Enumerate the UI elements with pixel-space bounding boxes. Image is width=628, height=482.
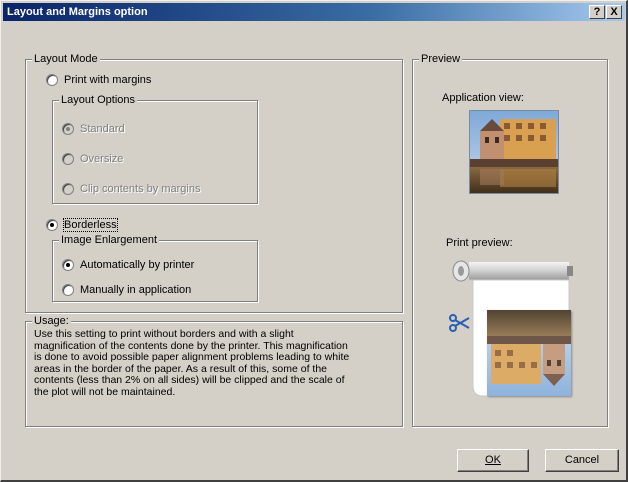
usage-line: the plot will not be maintained. — [34, 385, 176, 398]
radio-indicator — [62, 259, 74, 271]
cancel-button-label: Cancel — [564, 454, 600, 466]
auto-enlarge-label: Automatically by printer — [80, 259, 195, 271]
layout-margins-dialog: Layout and Margins option ? X Layout Mod… — [0, 0, 628, 482]
ok-button[interactable]: OK — [457, 449, 529, 472]
layout-options-legend: Layout Options — [59, 94, 137, 106]
standard-radio[interactable]: Standard — [62, 122, 125, 136]
title-bar[interactable]: Layout and Margins option ? X — [3, 3, 625, 21]
usage-legend: Usage: — [32, 315, 71, 327]
layout-mode-legend: Layout Mode — [32, 53, 100, 65]
radio-indicator — [46, 74, 58, 86]
standard-label: Standard — [80, 123, 125, 135]
close-button[interactable]: X — [606, 5, 622, 19]
usage-line: contents (less than 2% on all sides) wil… — [34, 374, 345, 386]
preview-legend: Preview — [419, 53, 463, 65]
print-preview-image — [487, 310, 571, 396]
ok-button-label: OK — [485, 454, 501, 466]
print-preview-label: Print preview: — [446, 237, 513, 249]
clip-contents-label: Clip contents by margins — [80, 183, 201, 195]
layout-mode-group: Layout Mode Print with margins Layout Op… — [25, 53, 403, 313]
print-with-margins-radio[interactable]: Print with margins — [46, 73, 151, 87]
oversize-label: Oversize — [80, 153, 124, 165]
usage-line: is done to avoid possible paper alignmen… — [34, 351, 350, 363]
image-enlargement-legend: Image Enlargement — [59, 234, 159, 246]
radio-indicator — [62, 183, 74, 195]
help-button[interactable]: ? — [589, 5, 605, 19]
oversize-radio[interactable]: Oversize — [62, 152, 123, 166]
usage-group: Usage: Use this setting to print without… — [25, 315, 403, 427]
usage-description: Use this setting to print without border… — [34, 328, 374, 398]
preview-group: Preview Application view: Print preview: — [412, 53, 608, 427]
clip-contents-radio[interactable]: Clip contents by margins — [62, 182, 200, 196]
borderless-radio[interactable]: Borderless — [46, 218, 118, 232]
auto-enlarge-radio[interactable]: Automatically by printer — [62, 258, 194, 272]
radio-indicator — [62, 284, 74, 296]
scissors-icon — [449, 314, 470, 332]
radio-indicator — [62, 153, 74, 165]
window-title: Layout and Margins option — [7, 6, 148, 18]
radio-indicator — [62, 123, 74, 135]
application-view-label: Application view: — [442, 92, 524, 104]
print-with-margins-label: Print with margins — [64, 74, 152, 86]
application-view-image — [469, 110, 559, 194]
radio-indicator — [46, 219, 58, 231]
manual-enlarge-label: Manually in application — [80, 284, 192, 296]
image-enlargement-group: Image Enlargement Automatically by print… — [52, 234, 258, 302]
borderless-label: Borderless — [63, 218, 118, 232]
usage-line: Use this setting to print without border… — [34, 328, 294, 340]
cancel-button[interactable]: Cancel — [545, 449, 619, 472]
manual-enlarge-radio[interactable]: Manually in application — [62, 283, 191, 297]
layout-options-group: Layout Options Standard Oversize Clip co… — [52, 94, 258, 204]
